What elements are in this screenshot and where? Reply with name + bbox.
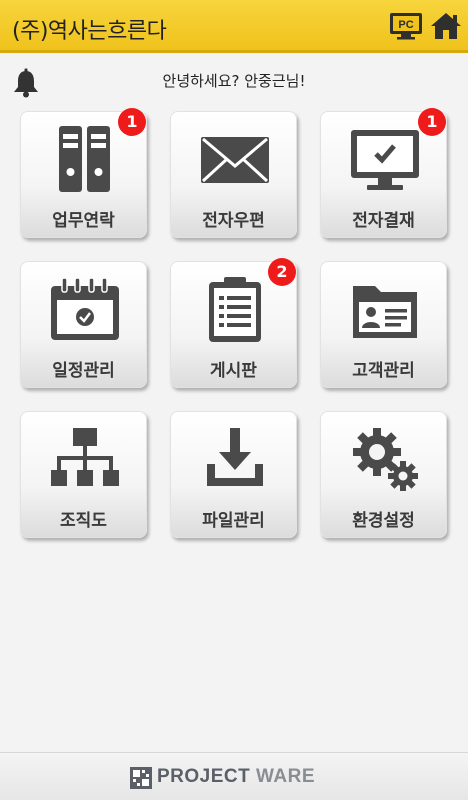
pc-label: PC xyxy=(398,19,413,31)
company-title: (주)역사는흐른다 xyxy=(12,19,167,44)
notification-badge: 1 xyxy=(418,108,446,136)
monitor-check-icon xyxy=(351,130,419,190)
tile-label: 전자우편 xyxy=(202,211,265,231)
brand-part-ware: WARE xyxy=(256,766,316,787)
tile-work-contact[interactable]: 업무연락 1 xyxy=(20,108,147,238)
tile-label: 일정관리 xyxy=(52,361,115,381)
pc-mode-icon[interactable]: PC xyxy=(389,12,423,40)
tile-org-chart[interactable]: 조직도 xyxy=(20,411,147,538)
brand-logo-text: PROJECT WARE xyxy=(157,766,315,788)
gears-icon xyxy=(353,428,418,491)
binders-icon xyxy=(59,126,110,192)
projectware-logo-icon xyxy=(130,767,152,789)
envelope-icon xyxy=(201,137,269,183)
tile-label: 조직도 xyxy=(60,511,107,531)
home-icon[interactable] xyxy=(430,11,462,41)
contact-folder-icon xyxy=(353,286,417,338)
tile-board[interactable]: 게시판 2 xyxy=(170,258,297,388)
greeting-bar: 안녕하세요? 안중근님! xyxy=(0,60,468,100)
tile-label: 파일관리 xyxy=(202,511,265,531)
tile-label: 업무연락 xyxy=(52,211,115,231)
org-chart-icon xyxy=(51,428,119,486)
greeting-text: 안녕하세요? 안중근님! xyxy=(162,72,306,90)
tile-label: 고객관리 xyxy=(352,361,415,381)
tile-e-approval[interactable]: 전자결재 1 xyxy=(320,108,447,238)
footer: PROJECT WARE xyxy=(0,752,468,800)
notification-badge: 2 xyxy=(268,258,296,286)
tile-customers[interactable]: 고객관리 xyxy=(320,261,447,388)
tile-settings[interactable]: 환경설정 xyxy=(320,411,447,538)
tile-schedule[interactable]: 일정관리 xyxy=(20,261,147,388)
tile-label: 게시판 xyxy=(210,361,257,381)
tile-files[interactable]: 파일관리 xyxy=(170,411,297,538)
download-icon xyxy=(207,428,263,486)
brand-part-project: PROJECT xyxy=(157,766,251,787)
tile-label: 환경설정 xyxy=(352,511,415,531)
tile-email[interactable]: 전자우편 xyxy=(170,111,297,238)
app-header: (주)역사는흐른다 PC xyxy=(0,0,468,53)
notification-badge: 1 xyxy=(118,108,146,136)
clipboard-icon xyxy=(209,277,261,342)
calendar-icon xyxy=(51,277,119,340)
tile-label: 전자결재 xyxy=(352,211,415,231)
